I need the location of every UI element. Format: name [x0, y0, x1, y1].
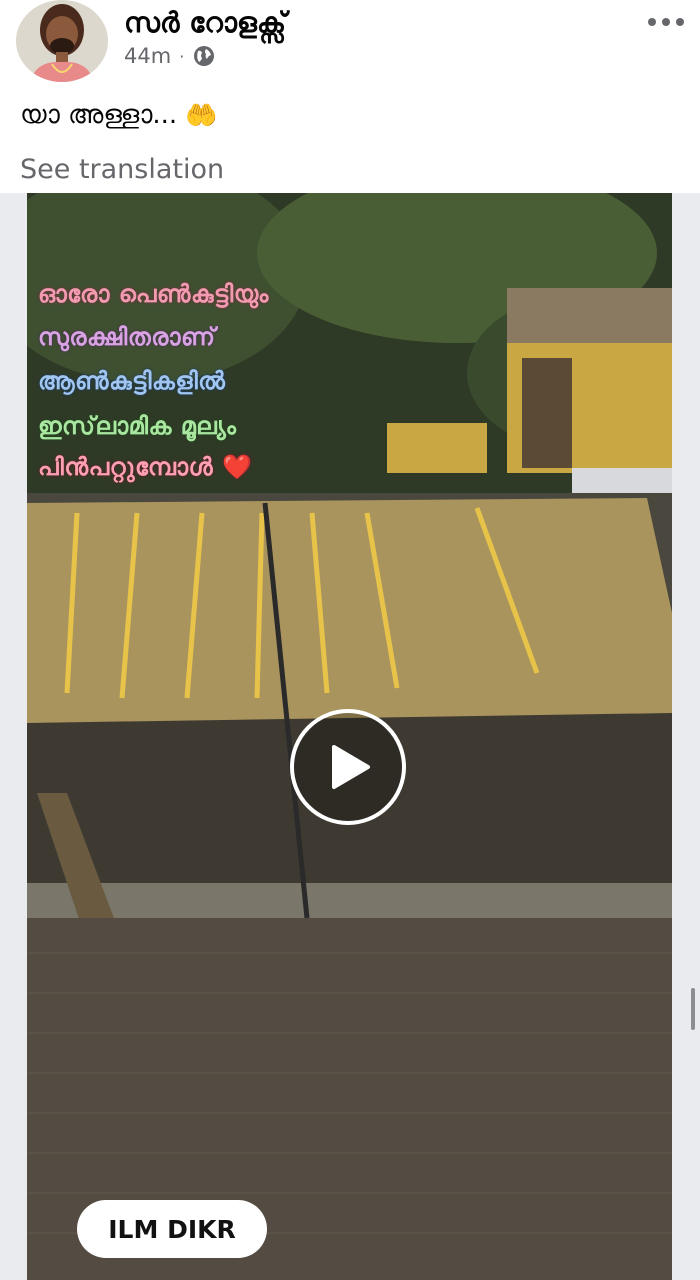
see-translation-link[interactable]: See translation: [20, 154, 224, 185]
globe-icon[interactable]: [192, 44, 216, 68]
overlay-text-line-5: പിൻപറ്റുമ്പോൾ ❤️: [32, 451, 258, 483]
praying-hands-emoji: 🤲: [185, 100, 218, 131]
post-message: യാ അള്ളാ...: [20, 100, 178, 130]
post-text: യാ അള്ളാ... 🤲: [20, 100, 218, 131]
overlay-text-line-1: ഓരോ പെൺകുട്ടിയും: [38, 280, 269, 308]
post-header: സർ റോളക്സ് 44m ·: [0, 0, 700, 90]
play-icon: [332, 745, 370, 789]
overlay-text-line-2: സുരക്ഷിതരാണ്: [38, 323, 216, 351]
video-player[interactable]: ഓരോ പെൺകുട്ടിയും സുരക്ഷിതരാണ് ആൺകുട്ടികള…: [27, 193, 672, 1280]
overlay-text-line-5-text: പിൻപറ്റുമ്പോൾ: [38, 453, 214, 481]
channel-badge: ILM DIKR: [77, 1200, 267, 1258]
avatar-photo: [16, 0, 108, 82]
heart-emoji: ❤️: [221, 453, 253, 481]
overlay-text-line-3: ആൺകുട്ടികളിൽ: [38, 367, 226, 395]
scrollbar[interactable]: [691, 988, 695, 1030]
more-options-icon[interactable]: [646, 10, 686, 34]
facebook-post: സർ റോളക്സ് 44m · യാ അള്ളാ... 🤲 See trans…: [0, 0, 700, 1280]
meta-separator: ·: [179, 46, 185, 66]
overlay-text-line-4: ഇസ്‌ലാമിക മൂല്യം: [38, 412, 237, 440]
post-meta: 44m ·: [124, 44, 216, 68]
play-button[interactable]: [290, 709, 406, 825]
avatar[interactable]: [16, 0, 108, 82]
post-time[interactable]: 44m: [124, 44, 171, 68]
author-name[interactable]: സർ റോളക്സ്: [124, 6, 286, 40]
